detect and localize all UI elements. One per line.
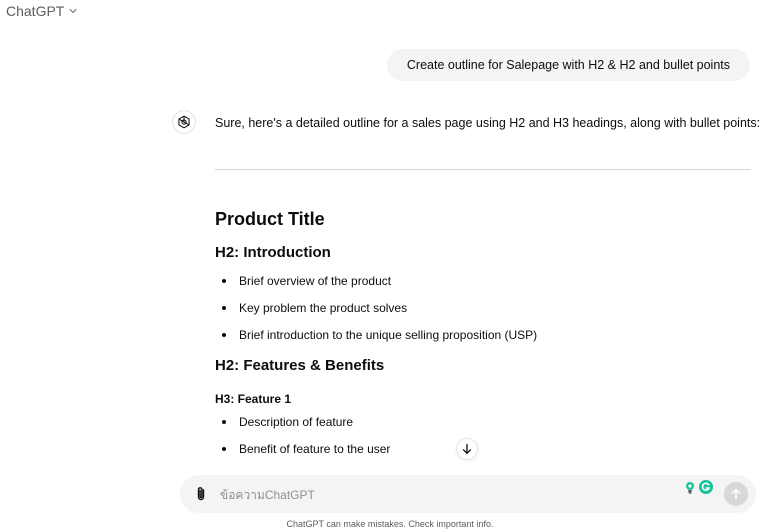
user-message-bubble: Create outline for Salepage with H2 & H2…	[386, 49, 750, 81]
paperclip-icon[interactable]	[192, 485, 210, 503]
message-input[interactable]	[218, 484, 622, 506]
send-button[interactable]	[724, 482, 748, 506]
arrow-down-icon	[462, 443, 472, 454]
feature-1-heading: H3: Feature 1	[215, 392, 292, 406]
message-composer	[180, 475, 756, 513]
product-title-heading: Product Title	[215, 209, 325, 229]
chatgpt-window: ChatGPT Create outline for Salepage with…	[0, 0, 780, 532]
list-item: Key problem the product solves	[215, 299, 751, 317]
assistant-avatar	[172, 110, 196, 134]
model-name: ChatGPT	[6, 3, 65, 19]
introduction-heading: H2: Introduction	[215, 244, 331, 261]
list-item: Brief introduction to the unique selling…	[215, 326, 751, 344]
arrow-up-icon	[731, 488, 741, 500]
assistant-response: Sure, here's a detailed outline for a sa…	[215, 114, 761, 467]
response-intro: Sure, here's a detailed outline for a sa…	[215, 116, 761, 130]
lightbulb-icon[interactable]	[684, 481, 696, 495]
feature-1-bullet-list: Description of feature Benefit of featur…	[215, 413, 751, 458]
scroll-to-bottom-button[interactable]	[456, 438, 478, 460]
list-item: Brief overview of the product	[215, 272, 751, 290]
grammarly-g-glyph	[701, 482, 711, 491]
model-switcher[interactable]: ChatGPT	[6, 3, 78, 19]
introduction-bullet-list: Brief overview of the product Key proble…	[215, 272, 751, 344]
chevron-down-icon	[69, 8, 77, 14]
disclaimer-text: ChatGPT can make mistakes. Check importa…	[286, 519, 494, 529]
list-item: Description of feature	[215, 413, 751, 431]
list-item: Benefit of feature to the user	[215, 440, 751, 458]
openai-logo-icon	[178, 115, 190, 129]
features-benefits-heading: H2: Features & Benefits	[215, 357, 385, 374]
response-divider	[215, 169, 751, 170]
grammarly-icon[interactable]	[699, 480, 713, 494]
